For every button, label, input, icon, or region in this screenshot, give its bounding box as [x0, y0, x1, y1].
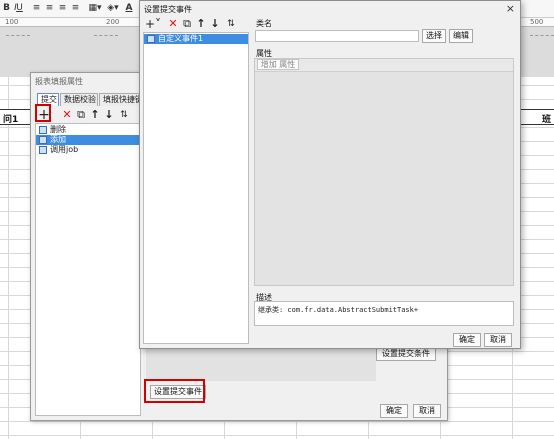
- event-list-toolbar: +˅ ✕ ⧉ ↑ ↓ ⇅: [144, 18, 244, 32]
- edit-button[interactable]: 编辑: [449, 29, 473, 43]
- add-dropdown-icon[interactable]: +˅: [145, 18, 161, 30]
- item-icon: [39, 146, 47, 154]
- class-name-input[interactable]: [255, 30, 419, 42]
- border-icon[interactable]: ▦▾: [86, 3, 104, 14]
- header-cell-right: 班: [542, 115, 552, 125]
- ruler-mark: 100: [5, 18, 19, 26]
- properties-panel: 增加 属性: [254, 58, 514, 286]
- list-item-label: 自定义事件1: [158, 34, 204, 43]
- move-up-icon[interactable]: ↑: [89, 109, 101, 121]
- close-icon[interactable]: ×: [506, 2, 515, 15]
- delete-icon[interactable]: ✕: [61, 109, 73, 121]
- divider: [6, 35, 30, 36]
- move-down-icon[interactable]: ↓: [103, 109, 115, 121]
- add-property-button[interactable]: 增加 属性: [257, 59, 299, 70]
- screen: B I U ≡ ≡ ≡ ≡ ▦▾ ◈▾ A 100 200 300 400 50…: [0, 0, 554, 439]
- cancel-button[interactable]: 取消: [484, 333, 512, 347]
- list-item-selected[interactable]: 自定义事件1: [144, 34, 248, 44]
- list-item[interactable]: 调用job: [36, 145, 140, 155]
- item-icon: [147, 35, 155, 43]
- item-icon: [39, 126, 47, 134]
- description-text: 继承类: com.fr.data.AbstractSubmitTask+: [258, 306, 419, 314]
- align-left-icon[interactable]: ≡: [31, 3, 42, 14]
- back-list-toolbar: + ✕ ⧉ ↑ ↓ ⇅: [35, 107, 145, 123]
- align-justify-icon[interactable]: ≡: [70, 3, 81, 14]
- submit-list[interactable]: 删除 添加 调用job: [35, 123, 141, 416]
- ruler-mark: 200: [106, 18, 120, 26]
- list-item-label: 添加: [50, 135, 66, 144]
- ok-button[interactable]: 确定: [453, 333, 481, 347]
- highlight-submit-event-box: [144, 379, 205, 403]
- highlight-add-box: [35, 104, 51, 122]
- event-list[interactable]: 自定义事件1: [143, 32, 249, 344]
- list-item-selected[interactable]: 添加: [36, 135, 140, 145]
- move-up-icon[interactable]: ↑: [195, 18, 207, 30]
- copy-icon[interactable]: ⧉: [181, 18, 193, 30]
- tab-data-validation[interactable]: 数据校验: [60, 93, 98, 106]
- move-down-icon[interactable]: ↓: [209, 18, 221, 30]
- description-box: 继承类: com.fr.data.AbstractSubmitTask+: [254, 301, 514, 326]
- select-button[interactable]: 选择: [422, 29, 446, 43]
- ruler-mark: 500: [530, 18, 544, 26]
- cancel-button[interactable]: 取消: [413, 404, 441, 418]
- item-icon: [39, 136, 47, 144]
- ok-button[interactable]: 确定: [380, 404, 408, 418]
- set-submit-event-dialog: 设置提交事件 × +˅ ✕ ⧉ ↑ ↓ ⇅ 自定义事件1 类名 选择 编辑 属性…: [139, 0, 521, 349]
- divider: [530, 35, 554, 36]
- properties-table: [255, 71, 513, 285]
- header-cell-left: 问1: [3, 115, 19, 125]
- underline-icon[interactable]: U: [14, 3, 25, 14]
- delete-icon[interactable]: ✕: [167, 18, 179, 30]
- list-item[interactable]: 删除: [36, 125, 140, 135]
- font-color-icon[interactable]: A: [120, 3, 138, 14]
- list-item-label: 调用job: [50, 145, 79, 154]
- align-right-icon[interactable]: ≡: [57, 3, 68, 14]
- divider: [94, 35, 118, 36]
- sort-icon[interactable]: ⇅: [118, 109, 130, 121]
- align-center-icon[interactable]: ≡: [44, 3, 55, 14]
- sort-icon[interactable]: ⇅: [225, 18, 237, 30]
- copy-icon[interactable]: ⧉: [75, 109, 87, 121]
- dialog-title: 报表填报属性: [35, 77, 83, 86]
- class-name-label: 类名: [256, 19, 272, 28]
- set-submit-condition-button[interactable]: 设置提交条件: [376, 347, 436, 361]
- dialog-title: 设置提交事件: [144, 5, 192, 14]
- list-item-label: 删除: [50, 125, 66, 134]
